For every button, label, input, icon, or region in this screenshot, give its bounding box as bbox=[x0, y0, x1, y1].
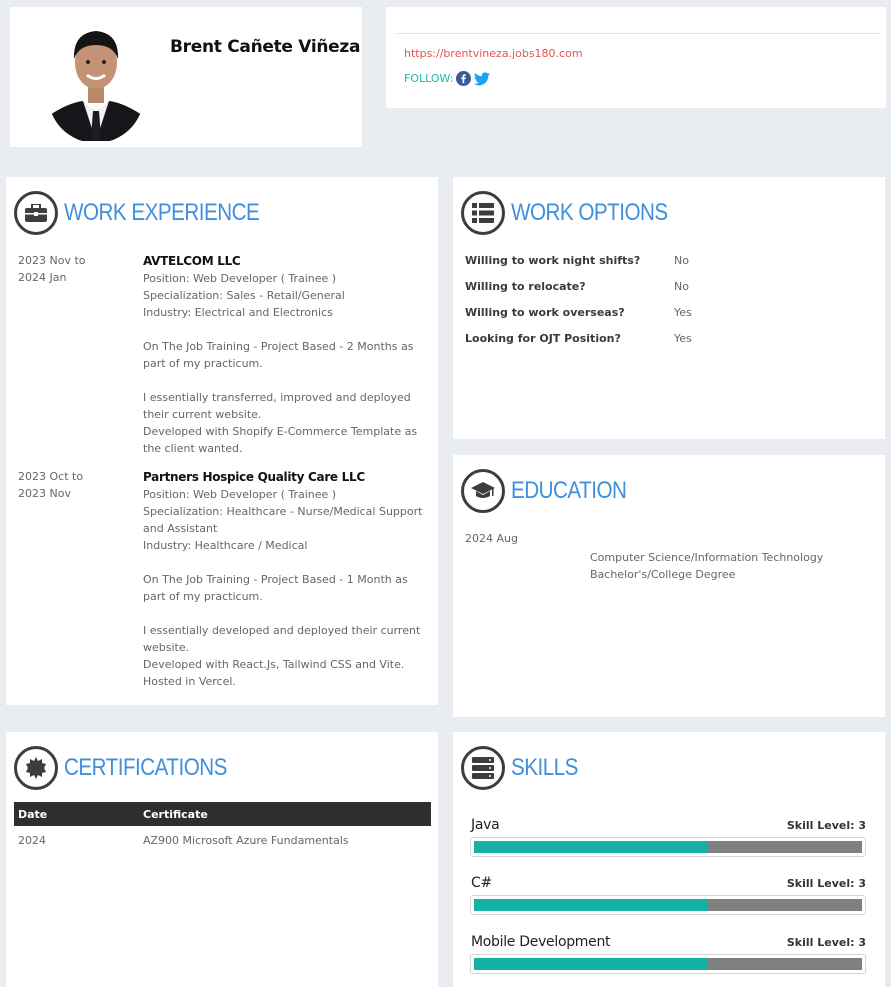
education-date: 2024 Aug bbox=[465, 532, 518, 545]
server-icon bbox=[461, 746, 505, 790]
job-description: Developed with Shopify E-Commerce Templa… bbox=[143, 425, 418, 455]
graduation-cap-icon bbox=[461, 469, 505, 513]
job-specialization: Specialization: Healthcare - Nurse/Medic… bbox=[143, 505, 423, 535]
job-industry: Industry: Healthcare / Medical bbox=[143, 539, 308, 552]
job-position: Position: Web Developer ( Trainee ) bbox=[143, 488, 337, 501]
job-description: Developed with React.Js, Tailwind CSS an… bbox=[143, 658, 405, 671]
follow-label: FOLLOW: bbox=[404, 72, 454, 85]
skill-bar bbox=[470, 837, 866, 857]
job-description: Hosted in Vercel. bbox=[143, 675, 236, 688]
skill-level: Skill Level: 3 bbox=[786, 877, 866, 890]
job-industry: Industry: Electrical and Electronics bbox=[143, 306, 333, 319]
option-question: Looking for OJT Position? bbox=[465, 332, 621, 345]
option-answer: Yes bbox=[674, 306, 692, 319]
section-header: CERTIFICATIONS bbox=[14, 746, 253, 790]
option-question: Willing to work night shifts? bbox=[465, 254, 641, 267]
option-answer: No bbox=[674, 280, 689, 293]
facebook-icon[interactable] bbox=[456, 71, 472, 86]
skill-level: Skill Level: 3 bbox=[786, 819, 866, 832]
section-title: WORK EXPERIENCE bbox=[64, 199, 260, 226]
section-title: SKILLS bbox=[511, 754, 578, 781]
education-field: Computer Science/Information Technology bbox=[590, 551, 824, 564]
skill-bar-fill bbox=[474, 899, 707, 911]
job-specialization: Specialization: Sales - Retail/General bbox=[143, 289, 345, 302]
skill-bar-fill bbox=[474, 958, 707, 970]
job-description: On The Job Training - Project Based - 2 … bbox=[143, 340, 414, 370]
follow-row: FOLLOW: bbox=[404, 71, 491, 86]
education-details: Computer Science/Information Technology … bbox=[590, 549, 823, 583]
section-header: WORK OPTIONS bbox=[461, 191, 693, 235]
skill-name: Java bbox=[471, 817, 500, 833]
skill-level: Skill Level: 3 bbox=[786, 936, 866, 949]
section-title: CERTIFICATIONS bbox=[64, 754, 227, 781]
links-card: https://brentvineza.jobs180.com FOLLOW: bbox=[386, 7, 886, 108]
section-header: WORK EXPERIENCE bbox=[14, 191, 291, 235]
job-description: On The Job Training - Project Based - 1 … bbox=[143, 573, 408, 603]
avatar bbox=[47, 19, 145, 141]
work-options-section: WORK OPTIONS Willing to work night shift… bbox=[453, 177, 885, 439]
column-header: Certificate bbox=[139, 802, 431, 826]
badge-icon bbox=[14, 746, 58, 790]
section-title: WORK OPTIONS bbox=[511, 199, 668, 226]
cert-date: 2024 bbox=[18, 833, 46, 847]
twitter-icon[interactable] bbox=[474, 71, 491, 86]
skill-name: C# bbox=[471, 875, 492, 891]
skill-bar bbox=[470, 895, 866, 915]
job-date: 2023 Oct to 2023 Nov bbox=[18, 470, 84, 500]
briefcase-icon bbox=[14, 191, 58, 235]
section-title: EDUCATION bbox=[511, 477, 627, 504]
job-description: I essentially transferred, improved and … bbox=[143, 391, 411, 421]
section-header: SKILLS bbox=[461, 746, 589, 790]
education-section: EDUCATION 2024 Aug Computer Science/Info… bbox=[453, 455, 885, 717]
job-position: Position: Web Developer ( Trainee ) bbox=[143, 272, 337, 285]
column-header: Date bbox=[14, 802, 139, 826]
company-name: AVTELCOM LLC bbox=[143, 254, 241, 268]
job-description: I essentially developed and deployed the… bbox=[143, 624, 421, 654]
profile-card: Brent Cañete Viñeza bbox=[10, 7, 362, 147]
profile-url-link[interactable]: https://brentvineza.jobs180.com bbox=[404, 47, 583, 60]
profile-name: Brent Cañete Viñeza bbox=[170, 37, 361, 57]
company-name: Partners Hospice Quality Care LLC bbox=[143, 470, 365, 484]
job-details: AVTELCOM LLC Position: Web Developer ( T… bbox=[143, 252, 433, 457]
skills-section: SKILLS Java Skill Level: 3 C# Skill Leve… bbox=[453, 732, 885, 987]
list-icon bbox=[461, 191, 505, 235]
table-header-row: Date Certificate bbox=[14, 802, 431, 826]
section-header: EDUCATION bbox=[461, 469, 645, 513]
skill-name: Mobile Development bbox=[471, 934, 611, 950]
option-answer: No bbox=[674, 254, 689, 267]
skill-bar-fill bbox=[474, 841, 707, 853]
certifications-section: CERTIFICATIONS Date Certificate 2024 AZ9… bbox=[6, 732, 438, 987]
certifications-table: Date Certificate 2024 AZ900 Microsoft Az… bbox=[14, 802, 431, 854]
work-experience-section: WORK EXPERIENCE 2023 Nov to 2024 Jan AVT… bbox=[6, 177, 438, 705]
divider bbox=[396, 33, 881, 34]
cert-name: AZ900 Microsoft Azure Fundamentals bbox=[143, 833, 349, 847]
education-degree: Bachelor's/College Degree bbox=[590, 568, 736, 581]
option-answer: Yes bbox=[674, 332, 692, 345]
job-details: Partners Hospice Quality Care LLC Positi… bbox=[143, 468, 433, 690]
option-question: Willing to relocate? bbox=[465, 280, 586, 293]
table-row: 2024 AZ900 Microsoft Azure Fundamentals bbox=[14, 826, 431, 854]
job-date: 2023 Nov to 2024 Jan bbox=[18, 254, 86, 284]
skill-bar bbox=[470, 954, 866, 974]
option-question: Willing to work overseas? bbox=[465, 306, 625, 319]
